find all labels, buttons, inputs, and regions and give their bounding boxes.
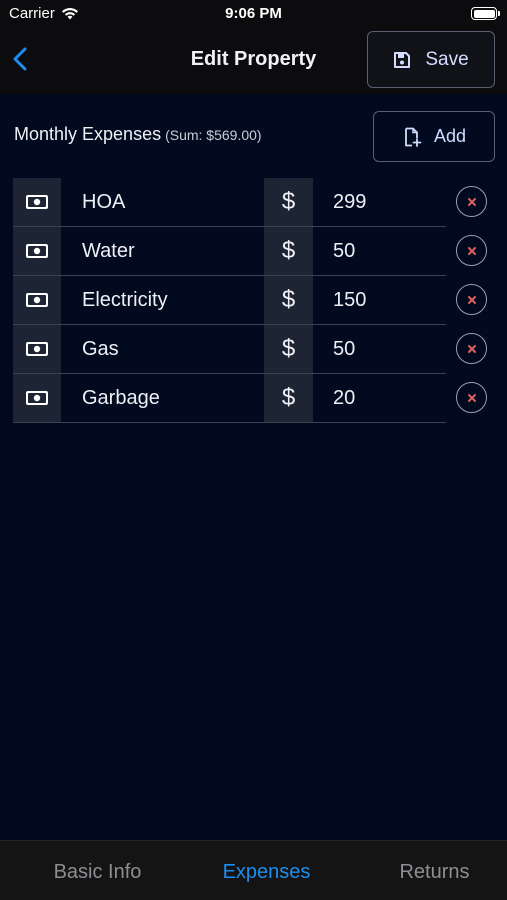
expense-name-field[interactable]: Electricity <box>61 276 264 324</box>
expenses-content: Monthly Expenses (Sum: $569.00) Add HOA $… <box>0 94 507 840</box>
battery-icon <box>471 7 500 20</box>
close-icon <box>467 197 476 206</box>
expense-amount-field[interactable]: 150 <box>313 276 446 324</box>
dollar-sign-icon: $ <box>264 325 313 373</box>
dollar-sign-icon: $ <box>264 227 313 275</box>
dollar-sign-icon: $ <box>264 374 313 422</box>
expense-row-electricity: Electricity $ 150 <box>13 276 446 325</box>
close-icon <box>467 393 476 402</box>
section-header: Monthly Expenses (Sum: $569.00) <box>14 124 262 145</box>
section-title: Monthly Expenses <box>14 124 162 144</box>
close-icon <box>467 344 476 353</box>
remove-expense-button[interactable] <box>456 186 487 217</box>
status-time: 9:06 PM <box>225 5 282 22</box>
expense-name-field[interactable]: HOA <box>61 178 264 226</box>
remove-expense-button[interactable] <box>456 284 487 315</box>
save-label: Save <box>425 48 469 70</box>
money-bill-icon <box>13 325 61 373</box>
remove-expense-button[interactable] <box>456 382 487 413</box>
tab-returns[interactable]: Returns <box>350 841 507 900</box>
close-icon <box>467 295 476 304</box>
dollar-sign-icon: $ <box>264 178 313 226</box>
chevron-left-icon <box>13 47 27 71</box>
close-icon <box>467 246 476 255</box>
tab-expenses[interactable]: Expenses <box>182 841 351 900</box>
add-label: Add <box>433 126 467 146</box>
status-bar: Carrier 9:06 PM <box>0 0 507 28</box>
expense-name-field[interactable]: Gas <box>61 325 264 373</box>
expense-amount-field[interactable]: 299 <box>313 178 446 226</box>
add-expense-button[interactable]: Add <box>373 111 495 162</box>
money-bill-icon <box>13 178 61 226</box>
expense-amount-field[interactable]: 50 <box>313 325 446 373</box>
tab-basic-info[interactable]: Basic Info <box>13 841 182 900</box>
expense-name-field[interactable]: Water <box>61 227 264 275</box>
expense-row-hoa: HOA $ 299 <box>13 178 446 227</box>
money-bill-icon <box>13 276 61 324</box>
money-bill-icon <box>13 227 61 275</box>
money-bill-icon <box>13 374 61 422</box>
expense-amount-field[interactable]: 20 <box>313 374 446 422</box>
remove-expense-button[interactable] <box>456 333 487 364</box>
dollar-sign-icon: $ <box>264 276 313 324</box>
expense-row-water: Water $ 50 <box>13 227 446 276</box>
save-button[interactable]: Save <box>367 31 495 88</box>
expense-row-garbage: Garbage $ 20 <box>13 374 446 423</box>
expense-amount-field[interactable]: 50 <box>313 227 446 275</box>
back-button[interactable] <box>8 42 32 76</box>
expense-row-gas: Gas $ 50 <box>13 325 446 374</box>
navigation-bar: Edit Property Save <box>0 28 507 94</box>
document-plus-icon <box>405 127 422 147</box>
floppy-disk-icon <box>394 51 411 68</box>
tab-bar: Basic Info Expenses Returns <box>0 840 507 900</box>
remove-expense-button[interactable] <box>456 235 487 266</box>
expenses-sum: (Sum: $569.00) <box>165 127 262 143</box>
expense-name-field[interactable]: Garbage <box>61 374 264 422</box>
